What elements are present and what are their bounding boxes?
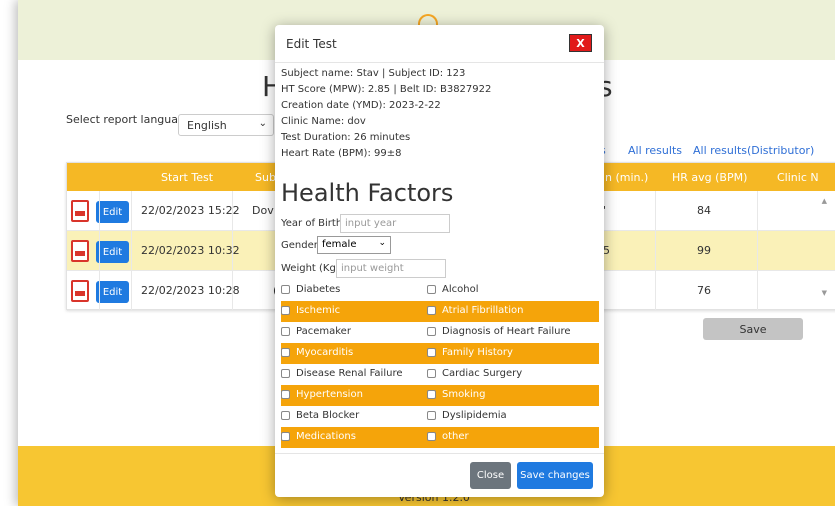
column-divider xyxy=(99,191,100,311)
save-changes-button[interactable]: Save changes xyxy=(517,462,593,489)
column-divider xyxy=(757,191,758,311)
edit-test-modal: Edit Test X Subject name: Stav | Subject… xyxy=(275,25,604,497)
factor-label: Myocarditis xyxy=(296,347,354,358)
hr-cell: 76 xyxy=(697,284,711,297)
factor-label: Family History xyxy=(442,347,513,358)
factor-row: Beta Blocker Dyslipidemia xyxy=(281,406,599,427)
pdf-icon[interactable] xyxy=(71,240,89,262)
checkbox[interactable] xyxy=(427,327,436,336)
edit-button[interactable]: Edit xyxy=(96,201,129,223)
checkbox[interactable] xyxy=(281,369,290,378)
edit-button[interactable]: Edit xyxy=(96,281,129,303)
pdf-icon[interactable] xyxy=(71,200,89,222)
checkbox[interactable] xyxy=(427,369,436,378)
factor-row: Medications other xyxy=(281,427,599,448)
hr-cell: 84 xyxy=(697,204,711,217)
factor-label: Pacemaker xyxy=(296,326,351,337)
header-hr-avg: HR avg (BPM) xyxy=(672,171,748,184)
checkbox[interactable] xyxy=(427,306,436,315)
factor-label: Cardiac Surgery xyxy=(442,368,523,379)
factor-row: Disease Renal Failure Cardiac Surgery xyxy=(281,364,599,385)
weight-label: Weight (Kg): xyxy=(281,263,344,274)
factor-label: Beta Blocker xyxy=(296,410,360,421)
ht-score-info: HT Score (MPW): 2.85 | Belt ID: B3827922 xyxy=(281,84,492,95)
header-duration: n (min.) xyxy=(605,171,649,184)
hr-cell: 99 xyxy=(697,244,711,257)
factor-row: Ischemic Atrial Fibrillation xyxy=(281,301,599,322)
factor-label: Dyslipidemia xyxy=(442,410,507,421)
checkbox[interactable] xyxy=(281,432,290,441)
checkbox[interactable] xyxy=(427,285,436,294)
all-results-distributor-link[interactable]: All results(Distributor) xyxy=(693,144,814,157)
year-of-birth-input[interactable]: input year xyxy=(340,214,450,233)
gender-select[interactable]: female ⌄ xyxy=(317,236,391,254)
factor-label: Alcohol xyxy=(442,284,479,295)
checkbox[interactable] xyxy=(281,327,290,336)
clinic-info: Clinic Name: dov xyxy=(281,116,366,127)
weight-input[interactable]: input weight xyxy=(336,259,446,278)
checkbox[interactable] xyxy=(427,390,436,399)
gender-value: female xyxy=(322,239,357,250)
subject-info: Subject name: Stav | Subject ID: 123 xyxy=(281,68,466,79)
gender-label: Gender: xyxy=(281,240,322,251)
header-start-test: Start Test xyxy=(161,171,214,184)
factor-row: Diabetes Alcohol xyxy=(281,280,599,301)
checkbox[interactable] xyxy=(281,390,290,399)
language-select[interactable]: English ⌄ xyxy=(178,114,274,136)
language-label: Select report language: xyxy=(66,113,196,126)
factor-label: Smoking xyxy=(442,389,486,400)
close-button[interactable]: Close xyxy=(470,462,511,489)
modal-header: Edit Test X xyxy=(275,25,604,63)
chevron-down-icon: ⌄ xyxy=(378,238,386,248)
factor-row: Hypertension Smoking xyxy=(281,385,599,406)
start-test-cell: 22/02/2023 10:32 xyxy=(141,244,240,257)
modal-footer-divider xyxy=(275,453,604,454)
factor-label: Atrial Fibrillation xyxy=(442,305,524,316)
heart-rate-info: Heart Rate (BPM): 99±8 xyxy=(281,148,402,159)
factor-label: Hypertension xyxy=(296,389,363,400)
duration-info: Test Duration: 26 minutes xyxy=(281,132,411,143)
column-divider xyxy=(131,191,132,311)
factor-label: other xyxy=(442,431,469,442)
checkbox[interactable] xyxy=(281,348,290,357)
factor-row: Pacemaker Diagnosis of Heart Failure xyxy=(281,322,599,343)
factor-label: Disease Renal Failure xyxy=(296,368,403,379)
header-clinic: Clinic N xyxy=(777,171,819,184)
checkbox[interactable] xyxy=(281,306,290,315)
scroll-up-arrow-icon[interactable]: ▲ xyxy=(822,197,827,205)
all-results-link[interactable]: All results xyxy=(628,144,682,157)
creation-date-info: Creation date (YMD): 2023-2-22 xyxy=(281,100,441,111)
column-divider xyxy=(655,191,656,311)
start-test-cell: 22/02/2023 15:22 xyxy=(141,204,240,217)
year-of-birth-label: Year of Birth: xyxy=(281,218,346,229)
column-divider xyxy=(232,191,233,311)
factor-label: Diagnosis of Heart Failure xyxy=(442,326,571,337)
checkbox[interactable] xyxy=(427,432,436,441)
factor-label: Ischemic xyxy=(296,305,341,316)
modal-title: Edit Test xyxy=(286,37,337,51)
checkbox[interactable] xyxy=(281,411,290,420)
factor-label: Diabetes xyxy=(296,284,341,295)
start-test-cell: 22/02/2023 10:28 xyxy=(141,284,240,297)
edit-button[interactable]: Edit xyxy=(96,241,129,263)
language-value: English xyxy=(187,119,227,132)
save-button[interactable]: Save xyxy=(703,318,803,340)
duration-cell: 5 xyxy=(603,244,610,257)
scroll-down-arrow-icon[interactable]: ▼ xyxy=(822,289,827,297)
checkbox[interactable] xyxy=(427,348,436,357)
checkbox[interactable] xyxy=(427,411,436,420)
factor-row: Myocarditis Family History xyxy=(281,343,599,364)
checkbox[interactable] xyxy=(281,285,290,294)
close-x-button[interactable]: X xyxy=(569,34,592,52)
pdf-icon[interactable] xyxy=(71,280,89,302)
chevron-down-icon: ⌄ xyxy=(258,118,267,129)
health-factors-heading: Health Factors xyxy=(281,179,454,207)
factor-label: Medications xyxy=(296,431,356,442)
